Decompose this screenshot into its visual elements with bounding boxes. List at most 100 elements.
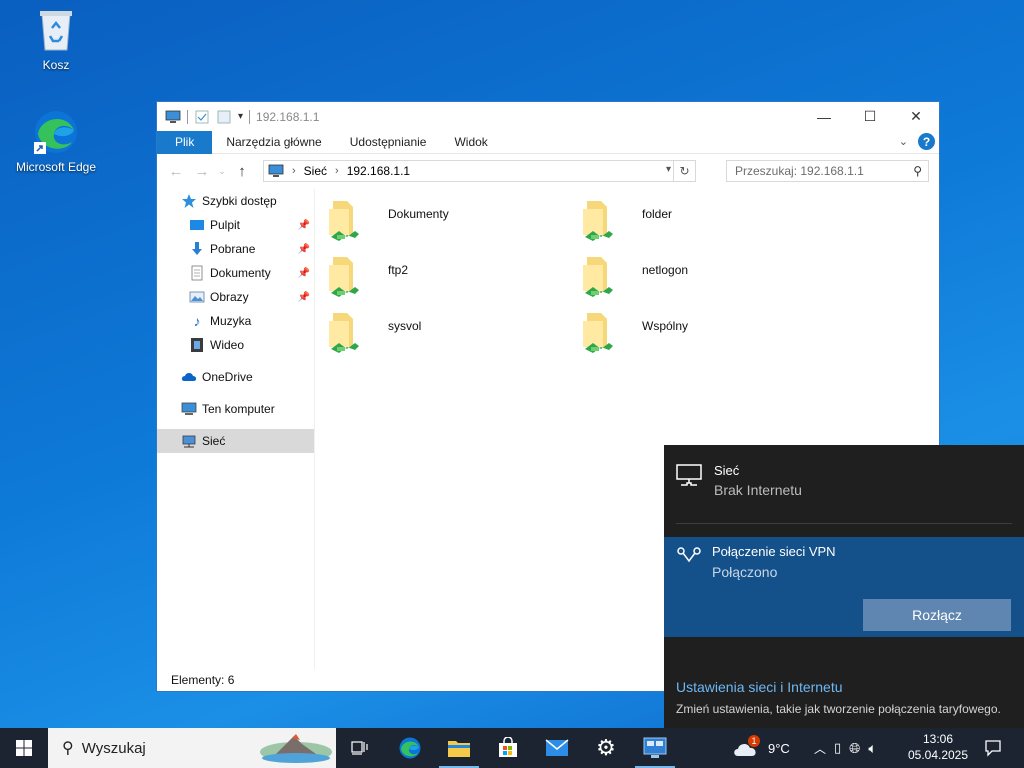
share-label: Dokumenty (388, 207, 449, 221)
nav-item-music[interactable]: ♪ Muzyka (157, 309, 314, 333)
taskbar: ⚲ Wyszukaj ⚙ 1 9°C ︿ ▯ 🌐︎ 🔈︎ 13:06 05.04… (0, 728, 1024, 768)
breadcrumb-host[interactable]: 192.168.1.1 (347, 164, 410, 178)
share-item[interactable]: netlogon (581, 253, 821, 303)
share-item[interactable]: sysvol (327, 309, 567, 359)
nav-item-documents[interactable]: Dokumenty 📌 (157, 261, 314, 285)
edge-icon (399, 737, 421, 759)
weather-widget[interactable]: 1 9°C (732, 728, 790, 768)
shared-folder-icon (329, 257, 359, 297)
address-dropdown-icon[interactable]: ▾ (666, 164, 671, 175)
start-button[interactable] (0, 728, 48, 768)
pin-icon[interactable]: 📌 (298, 292, 310, 303)
vpn-name: Połączenie sieci VPN (712, 544, 836, 559)
qat-separator (249, 109, 251, 124)
taskbar-network-app[interactable] (631, 728, 679, 768)
music-note-icon: ♪ (193, 313, 201, 329)
volume-icon[interactable]: 🔈︎ (868, 740, 876, 757)
network-settings-description: Zmień ustawienia, takie jak tworzenie po… (676, 702, 1001, 716)
network-name: Sieć (714, 463, 740, 478)
title-bar[interactable]: ▾ 192.168.1.1 — ☐ ✕ (157, 102, 939, 131)
taskbar-store[interactable] (484, 728, 532, 768)
windows-logo-icon (16, 740, 32, 756)
desktop-icon-recycle-bin[interactable]: Kosz (11, 6, 101, 72)
share-item[interactable]: Wspólny (581, 309, 821, 359)
back-button[interactable]: ← (163, 163, 189, 180)
notification-center-button[interactable] (978, 728, 1008, 768)
desktop-icon-edge[interactable]: Microsoft Edge (11, 108, 101, 174)
pin-icon[interactable]: 📌 (298, 220, 310, 231)
flyout-divider (676, 523, 1012, 524)
nav-onedrive[interactable]: OneDrive (157, 365, 314, 389)
download-icon (192, 242, 202, 255)
share-item[interactable]: Dokumenty (327, 197, 567, 247)
properties-icon[interactable] (194, 110, 210, 124)
share-label: folder (642, 207, 673, 221)
window-controls: — ☐ ✕ (801, 102, 939, 131)
taskbar-settings[interactable]: ⚙ (582, 728, 630, 768)
video-icon (191, 338, 203, 352)
breadcrumb-chevron-icon[interactable]: › (335, 165, 339, 177)
tab-view[interactable]: Widok (440, 131, 501, 154)
pin-icon[interactable]: 📌 (298, 244, 310, 255)
pictures-icon (189, 291, 205, 303)
nav-quick-access[interactable]: Szybki dostęp (157, 189, 314, 213)
refresh-button[interactable]: ↻ (673, 161, 695, 181)
taskbar-mail[interactable] (533, 728, 581, 768)
task-view-button[interactable] (336, 728, 384, 768)
forward-button[interactable]: → (189, 163, 215, 180)
share-label: sysvol (388, 319, 422, 333)
clock[interactable]: 13:06 05.04.2025 (906, 731, 970, 763)
computer-icon (181, 402, 197, 415)
taskbar-search-box[interactable]: ⚲ Wyszukaj (48, 728, 336, 768)
taskbar-file-explorer[interactable] (435, 728, 483, 768)
expand-ribbon-icon[interactable]: ⌄ (899, 135, 908, 148)
up-button[interactable]: ↑ (229, 163, 255, 180)
shared-folder-icon (329, 201, 359, 241)
nav-label: Dokumenty (210, 266, 271, 280)
tab-home[interactable]: Narzędzia główne (212, 131, 335, 154)
maximize-button[interactable]: ☐ (847, 102, 893, 131)
nav-this-pc[interactable]: Ten komputer (157, 397, 314, 421)
phone-link-icon[interactable]: ▯ (834, 740, 841, 756)
close-button[interactable]: ✕ (893, 102, 939, 131)
minimize-button[interactable]: — (801, 102, 847, 131)
recent-locations-icon[interactable]: ⌄ (215, 166, 229, 177)
qat-separator (187, 109, 188, 124)
nav-item-videos[interactable]: Wideo (157, 333, 314, 357)
desktop-icon-label: Microsoft Edge (15, 160, 97, 174)
taskbar-edge[interactable] (386, 728, 434, 768)
nav-label: Sieć (202, 434, 226, 448)
nav-item-pictures[interactable]: Obrazy 📌 (157, 285, 314, 309)
pin-icon[interactable]: 📌 (298, 268, 310, 279)
new-folder-icon[interactable] (216, 110, 232, 124)
search-placeholder: Przeszukaj: 192.168.1.1 (735, 164, 864, 178)
address-field[interactable]: › Sieć › 192.168.1.1 ▾ ↻ (263, 160, 696, 182)
search-input[interactable]: Przeszukaj: 192.168.1.1 ⚲ (726, 160, 929, 182)
network-settings-link[interactable]: Ustawienia sieci i Internetu (676, 679, 843, 695)
breadcrumb-chevron-icon[interactable]: › (292, 165, 296, 177)
tab-file[interactable]: Plik (157, 130, 213, 154)
cloud-icon (181, 373, 197, 381)
tab-share[interactable]: Udostępnianie (336, 131, 441, 154)
network-connection[interactable]: Sieć Brak Internetu (676, 463, 802, 498)
nav-network[interactable]: Sieć (157, 429, 314, 453)
qat-dropdown-icon[interactable]: ▾ (238, 111, 243, 122)
globe-network-icon[interactable]: 🌐︎ (849, 740, 860, 757)
weather-temperature: 9°C (768, 740, 790, 756)
share-item[interactable]: ftp2 (327, 253, 567, 303)
disconnect-button[interactable]: Rozłącz (863, 599, 1011, 631)
nav-item-downloads[interactable]: Pobrane 📌 (157, 237, 314, 261)
breadcrumb-network[interactable]: Sieć (304, 164, 327, 178)
nav-label: Wideo (210, 338, 245, 352)
nav-item-desktop[interactable]: Pulpit 📌 (157, 213, 314, 237)
help-icon[interactable]: ? (918, 133, 935, 150)
share-item[interactable]: folder (581, 197, 821, 247)
recycle-bin-icon (32, 6, 80, 54)
shared-folder-icon (329, 313, 359, 353)
show-hidden-icons-icon[interactable]: ︿ (814, 740, 826, 757)
system-tray: ︿ ▯ 🌐︎ 🔈︎ (814, 728, 877, 768)
vpn-connection[interactable]: Połączenie sieci VPN Połączono Rozłącz (664, 537, 1024, 637)
search-icon: ⚲ (913, 164, 922, 178)
share-label: Wspólny (642, 319, 689, 333)
shared-folder-icon (583, 313, 613, 353)
